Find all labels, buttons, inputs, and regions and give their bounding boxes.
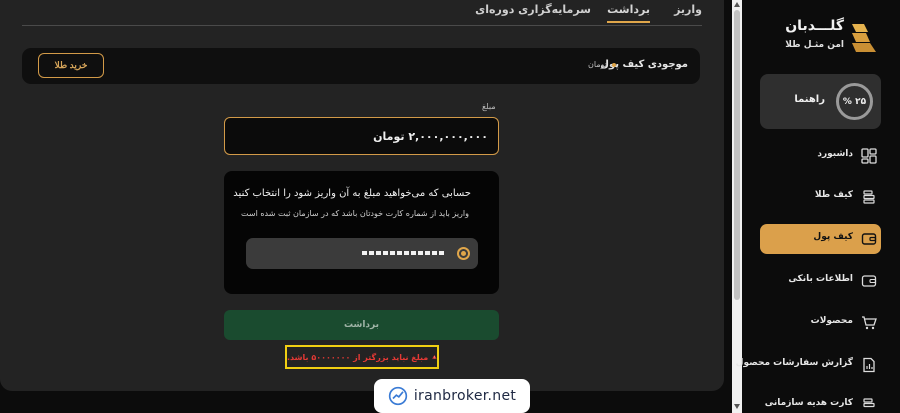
sidebar-item-label: محصولات — [810, 316, 853, 326]
sidebar-item-gift-card[interactable]: کارت هدیه سازمانی — [760, 390, 881, 413]
guide-label: راهنما — [794, 94, 825, 105]
gold-bar-logo-icon — [852, 24, 876, 52]
guide-progress-card[interactable]: ۲۵ % راهنما — [760, 74, 881, 129]
wallet-balance-bar: خرید طلا موجودی کیف پول تومان — [22, 48, 700, 84]
report-icon — [863, 357, 875, 373]
sidebar-item-wallet[interactable]: کیف پول — [760, 224, 881, 254]
watermark-badge: iranbroker.net — [374, 379, 530, 413]
progress-ring: ۲۵ % — [836, 83, 873, 120]
main-panel: واریز برداشت سرمایه‌گزاری دوره‌ای خرید ط… — [0, 0, 724, 391]
radio-selected-icon[interactable] — [457, 247, 470, 260]
sidebar-item-products[interactable]: محصولات — [760, 308, 881, 338]
sidebar-item-label: کیف پول — [813, 232, 853, 242]
sidebar: گلـــدبان امن مثـل طلا ۲۵ % راهنما داشبو… — [736, 0, 900, 413]
account-select-box: حسابی که می‌خواهید مبلغ به آن واریز شود … — [224, 171, 499, 294]
dashboard-icon — [861, 148, 877, 164]
masked-card-number — [362, 251, 444, 255]
sidebar-item-dashboard[interactable]: داشبورد — [760, 141, 881, 171]
sidebar-item-label: داشبورد — [817, 149, 853, 159]
account-select-subtitle: واریز باید از شماره کارت خودتان باشد که … — [241, 209, 469, 218]
gift-card-icon — [863, 398, 875, 408]
sidebar-item-label: اطلاعات بانکی — [788, 274, 853, 284]
bank-card-icon — [861, 275, 877, 287]
error-message-box: مبلغ نباید بزرگتر از ۵۰۰۰۰۰۰۰ باشد. — [285, 345, 439, 369]
sidebar-item-gold-wallet[interactable]: کیف طلا — [760, 182, 881, 212]
withdraw-button[interactable]: برداشت — [224, 310, 499, 340]
gold-bars-icon — [863, 190, 875, 204]
scroll-up-arrow-icon[interactable] — [734, 2, 740, 7]
warning-icon — [432, 355, 437, 359]
tab-withdraw[interactable]: برداشت — [607, 3, 650, 23]
brand-title: گلـــدبان — [785, 18, 844, 34]
amount-label: مبلغ — [482, 102, 496, 111]
tab-deposit[interactable]: واریز — [674, 3, 702, 16]
brand-tagline: امن مثـل طلا — [785, 40, 844, 50]
scrollbar[interactable] — [732, 0, 742, 413]
wallet-balance-unit: تومان — [588, 60, 607, 69]
cart-icon — [862, 316, 877, 330]
balance-dot — [612, 63, 616, 67]
scroll-down-arrow-icon[interactable] — [734, 404, 740, 409]
sidebar-item-label: گزارش سفارشات محصول — [735, 358, 853, 368]
buy-gold-button[interactable]: خرید طلا — [38, 53, 104, 78]
sidebar-item-label: کارت هدیه سازمانی — [764, 398, 853, 408]
watermark-text: iranbroker.net — [413, 388, 517, 404]
sidebar-item-order-reports[interactable]: گزارش سفارشات محصول — [736, 350, 881, 380]
tab-periodic-investment[interactable]: سرمایه‌گزاری دوره‌ای — [475, 3, 591, 16]
account-select-title: حسابی که می‌خواهید مبلغ به آن واریز شود … — [233, 188, 471, 199]
chart-logo-icon — [388, 386, 407, 406]
error-message: مبلغ نباید بزرگتر از ۵۰۰۰۰۰۰۰ باشد. — [287, 352, 429, 362]
scrollbar-thumb[interactable] — [734, 10, 740, 300]
amount-input[interactable] — [224, 117, 499, 155]
tab-bar: واریز برداشت سرمایه‌گزاری دوره‌ای — [22, 0, 702, 26]
bank-card-option[interactable] — [246, 238, 478, 269]
brand-logo[interactable]: گلـــدبان امن مثـل طلا — [768, 18, 878, 58]
wallet-icon — [861, 233, 877, 245]
sidebar-item-label: کیف طلا — [814, 190, 853, 200]
sidebar-item-bank-info[interactable]: اطلاعات بانکی — [760, 266, 881, 296]
